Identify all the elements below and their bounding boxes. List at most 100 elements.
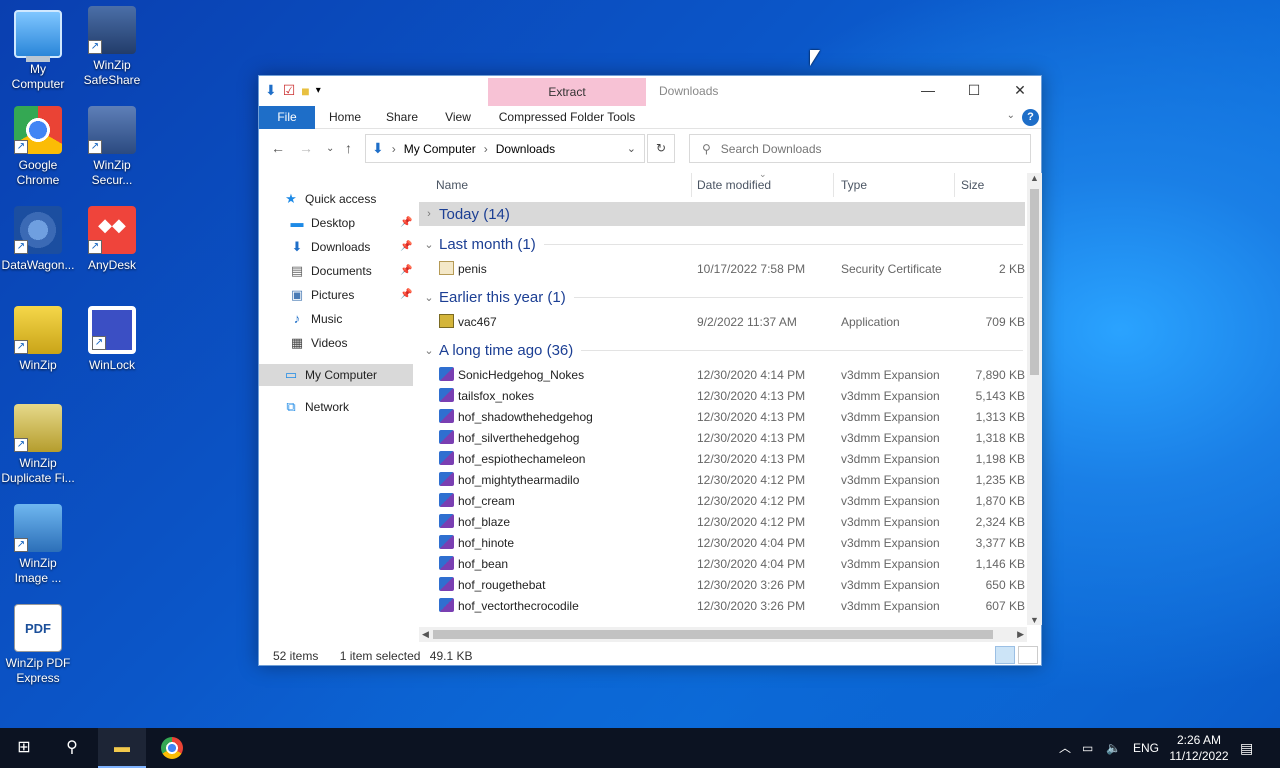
- file-row[interactable]: vac467 9/2/2022 11:37 AM Application 709…: [419, 312, 1025, 333]
- desktop-icon-winzip-secure[interactable]: ↗ WinZip Secur...: [74, 106, 150, 188]
- back-button[interactable]: ←: [271, 140, 285, 156]
- close-button[interactable]: ✕: [997, 76, 1043, 106]
- column-header-name[interactable]: Name: [436, 173, 468, 197]
- scroll-left-icon[interactable]: ◀: [422, 629, 429, 640]
- sidebar-item-music[interactable]: ♪ Music: [289, 308, 343, 330]
- show-hidden-icons-button[interactable]: ︿: [1059, 728, 1071, 768]
- file-row[interactable]: hof_silverthehedgehog 12/30/2020 4:13 PM v…: [419, 428, 1025, 449]
- file-date: 12/30/2020 4:13 PM: [697, 431, 806, 445]
- ribbon-expand-icon[interactable]: ⌄: [1007, 110, 1015, 121]
- title-bar[interactable]: ⬇ ☑ ■ ▾ Extract Downloads — ☐ ✕: [259, 76, 1041, 106]
- search-box[interactable]: ⚲: [689, 134, 1031, 163]
- file-row[interactable]: hof_cream 12/30/2020 4:12 PM v3dmm Expansi…: [419, 491, 1025, 512]
- tab-home[interactable]: Home: [321, 106, 369, 129]
- computer-icon: [14, 10, 62, 62]
- forward-button[interactable]: →: [299, 140, 313, 156]
- desktop-icon-datawagon[interactable]: ↗ DataWagon...: [0, 206, 76, 273]
- sidebar-item-network[interactable]: ⧉ Network: [283, 396, 349, 418]
- sidebar-item-desktop[interactable]: ▬ Desktop: [289, 212, 356, 234]
- pin-icon[interactable]: 📌: [400, 241, 412, 252]
- scroll-up-icon[interactable]: ▲: [1030, 173, 1039, 183]
- horizontal-scrollbar[interactable]: ◀ ▶: [419, 627, 1027, 642]
- file-row[interactable]: hof_vectorthecrocodile 12/30/2020 3:26 PM…: [419, 596, 1025, 617]
- tab-view[interactable]: View: [435, 106, 481, 129]
- breadcrumb-downloads[interactable]: Downloads: [496, 142, 555, 156]
- breadcrumb-my-computer[interactable]: My Computer: [404, 142, 476, 156]
- desktop-icon-winzip[interactable]: ↗ WinZip: [0, 306, 76, 373]
- tab-extract[interactable]: Extract: [488, 78, 646, 106]
- search-input[interactable]: [720, 141, 1001, 156]
- properties-icon[interactable]: ☑: [283, 82, 296, 99]
- vertical-scrollbar[interactable]: ▲ ▼: [1027, 173, 1042, 625]
- horizontal-scroll-thumb[interactable]: [433, 630, 993, 639]
- tab-file[interactable]: File: [259, 106, 315, 129]
- group-header-long-time-ago[interactable]: ⌄ A long time ago (36): [419, 338, 1025, 362]
- desktop-icon-winzip-pdf[interactable]: PDF WinZip PDF Express: [0, 604, 76, 686]
- file-row[interactable]: hof_rougethebat 12/30/2020 3:26 PM v3dmm E…: [419, 575, 1025, 596]
- large-icons-view-button[interactable]: [1018, 646, 1038, 664]
- column-divider[interactable]: [954, 173, 955, 197]
- file-row[interactable]: hof_hinote 12/30/2020 4:04 PM v3dmm Expans…: [419, 533, 1025, 554]
- column-divider[interactable]: [691, 173, 692, 197]
- column-divider[interactable]: [833, 173, 834, 197]
- sidebar-item-label: Desktop: [311, 216, 356, 230]
- minimize-button[interactable]: —: [905, 76, 951, 106]
- taskbar-file-explorer[interactable]: ▬: [98, 728, 146, 768]
- sidebar-item-documents[interactable]: ▤ Documents: [289, 260, 372, 282]
- tab-share[interactable]: Share: [379, 106, 425, 129]
- scroll-down-icon[interactable]: ▼: [1030, 615, 1039, 625]
- up-button[interactable]: ↑: [345, 140, 352, 156]
- desktop-icon-winzip-safeshare[interactable]: ↗ WinZip SafeShare: [74, 6, 150, 88]
- clock[interactable]: 2:26 AM 11/12/2022: [1167, 732, 1231, 764]
- pin-icon[interactable]: 📌: [400, 217, 412, 228]
- file-row[interactable]: hof_shadowthehedgehog 12/30/2020 4:13 PM v…: [419, 407, 1025, 428]
- chevron-down-icon: ⌄: [424, 344, 434, 357]
- file-row[interactable]: hof_blaze 12/30/2020 4:12 PM v3dmm Expansi…: [419, 512, 1025, 533]
- file-row[interactable]: hof_mightythearmadilo 12/30/2020 4:12 PM v…: [419, 470, 1025, 491]
- address-dropdown-icon[interactable]: ⌄: [627, 142, 636, 155]
- new-folder-icon[interactable]: ■: [301, 83, 309, 99]
- sidebar-item-quick-access[interactable]: ★ Quick access: [283, 188, 376, 210]
- sidebar-item-pictures[interactable]: ▣ Pictures: [289, 284, 355, 306]
- pin-icon[interactable]: 📌: [400, 265, 412, 276]
- scroll-right-icon[interactable]: ▶: [1017, 629, 1024, 640]
- sidebar-item-videos[interactable]: ▦ Videos: [289, 332, 348, 354]
- file-row[interactable]: tailsfox_nokes 12/30/2020 4:13 PM v3dmm Ex…: [419, 386, 1025, 407]
- help-button[interactable]: ?: [1022, 109, 1039, 126]
- language-indicator[interactable]: ENG: [1133, 728, 1159, 768]
- volume-icon[interactable]: 🔈: [1106, 728, 1121, 768]
- column-header-type[interactable]: Type: [841, 173, 867, 197]
- address-bar[interactable]: ⬇ › My Computer › Downloads ⌄: [365, 134, 645, 163]
- network-tray-icon[interactable]: ▭: [1082, 728, 1093, 768]
- column-header-size[interactable]: Size: [961, 173, 984, 197]
- pin-icon[interactable]: 📌: [400, 289, 412, 300]
- desktop-icon-winzip-duplicate[interactable]: ↗ WinZip Duplicate Fi...: [0, 404, 76, 486]
- file-row[interactable]: SonicHedgehog_Nokes 12/30/2020 4:14 PM v3d…: [419, 365, 1025, 386]
- chevron-right-icon: ›: [427, 208, 431, 220]
- tab-compressed-folder-tools[interactable]: Compressed Folder Tools: [491, 106, 643, 129]
- details-view-button[interactable]: [995, 646, 1015, 664]
- file-row[interactable]: penis 10/17/2022 7:58 PM Security Certif…: [419, 259, 1025, 280]
- group-header-today[interactable]: › Today (14): [419, 202, 1025, 226]
- sidebar-item-label: My Computer: [305, 368, 378, 382]
- search-button[interactable]: ⚲: [48, 728, 96, 768]
- file-row[interactable]: hof_bean 12/30/2020 4:04 PM v3dmm Expansio…: [419, 554, 1025, 575]
- group-header-earlier-this-year[interactable]: ⌄ Earlier this year (1): [419, 285, 1025, 309]
- sidebar-item-my-computer[interactable]: ▭ My Computer: [259, 364, 413, 386]
- recent-locations-button[interactable]: ⌄: [326, 143, 334, 154]
- qat-dropdown-icon[interactable]: ▾: [316, 85, 321, 96]
- taskbar-chrome[interactable]: [148, 728, 196, 768]
- group-header-last-month[interactable]: ⌄ Last month (1): [419, 232, 1025, 256]
- file-row[interactable]: hof_espiothechameleon 12/30/2020 4:13 PM v…: [419, 449, 1025, 470]
- maximize-button[interactable]: ☐: [951, 76, 997, 106]
- notification-icon[interactable]: ▤: [1240, 728, 1253, 768]
- start-button[interactable]: ⊞: [0, 728, 48, 768]
- desktop-icon-anydesk[interactable]: ↗ AnyDesk: [74, 206, 150, 273]
- vertical-scroll-thumb[interactable]: [1030, 189, 1039, 375]
- desktop-icon-my-computer[interactable]: My Computer: [0, 10, 76, 92]
- desktop-icon-google-chrome[interactable]: ↗ Google Chrome: [0, 106, 76, 188]
- sidebar-item-downloads[interactable]: ⬇ Downloads: [289, 236, 371, 258]
- refresh-button[interactable]: ↻: [647, 134, 675, 163]
- desktop-icon-winzip-image[interactable]: ↗ WinZip Image ...: [0, 504, 76, 586]
- desktop-icon-winlock[interactable]: ↗ WinLock: [74, 306, 150, 373]
